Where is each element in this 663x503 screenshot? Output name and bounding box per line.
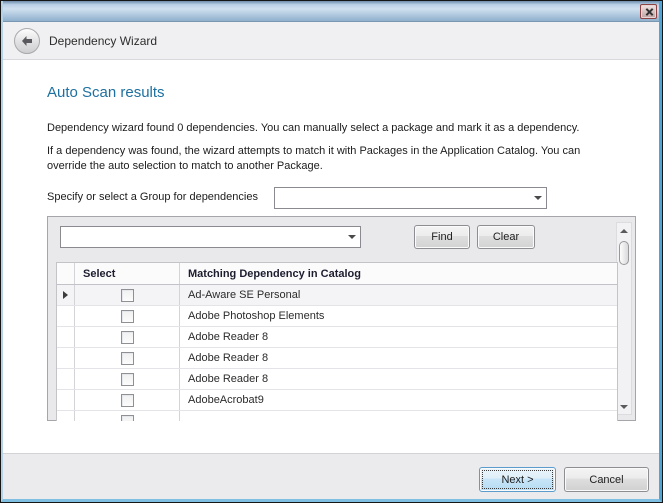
row-select-cell [75,369,180,389]
row-checkbox[interactable] [121,352,134,365]
row-name: Adobe Reader 8 [180,352,617,364]
row-name: Ad-Aware SE Personal [180,289,617,301]
row-name: Adobe Reader 8 [180,331,617,343]
select-column-header: Select [75,263,180,284]
dependency-table: Select Matching Dependency in Catalog Ad… [56,262,618,421]
row-checkbox[interactable] [121,373,134,386]
row-indicator-cell [57,285,75,305]
table-header-row: Select Matching Dependency in Catalog [57,263,617,285]
chevron-down-icon [534,196,542,200]
chevron-down-icon [348,235,356,239]
catalog-panel: Find Clear Select Matching Dependency in… [47,216,636,421]
row-checkbox[interactable] [121,331,134,344]
back-button[interactable] [14,28,40,54]
row-checkbox[interactable] [121,310,134,323]
close-icon [644,7,653,16]
row-indicator-cell [57,411,75,421]
row-checkbox[interactable] [121,289,134,302]
description-line-2: If a dependency was found, the wizard at… [47,144,622,174]
scrollbar-thumb[interactable] [619,241,629,265]
table-row[interactable]: Adobe Reader 8 [57,348,617,369]
search-combobox[interactable] [60,226,361,248]
wizard-header: Dependency Wizard [1,22,662,60]
row-select-cell [75,411,180,421]
row-select-cell [75,306,180,326]
titlebar[interactable] [1,1,662,22]
arrow-left-icon [20,35,34,47]
row-name: Adobe Photoshop Elements [180,310,617,322]
cancel-button[interactable]: Cancel [564,467,649,492]
table-row[interactable]: Adobe Reader 8 [57,369,617,390]
row-indicator-cell [57,390,75,410]
indicator-column-header [57,263,75,284]
row-select-cell [75,348,180,368]
table-body: Ad-Aware SE Personal Adobe Photoshop Ele… [57,285,617,421]
find-button[interactable]: Find [414,225,470,249]
row-checkbox[interactable] [121,415,134,422]
row-name: Adobe Reader 8 [180,373,617,385]
row-checkbox[interactable] [121,394,134,407]
search-combobox-arrow[interactable] [344,227,360,247]
table-row[interactable]: Adobe Photoshop Elements [57,306,617,327]
row-indicator-cell [57,369,75,389]
row-indicator-cell [57,327,75,347]
triangle-up-icon [620,229,628,233]
row-indicator-cell [57,306,75,326]
scrollbar-down-button[interactable] [617,399,631,414]
panel-scrollbar[interactable] [616,222,632,415]
table-row[interactable]: Adobe Reader 8 [57,327,617,348]
catalog-column-header: Matching Dependency in Catalog [180,268,617,280]
dependency-wizard-window: Dependency Wizard Auto Scan results Depe… [0,0,663,503]
group-label: Specify or select a Group for dependenci… [47,191,258,203]
clear-button[interactable]: Clear [477,225,535,249]
row-indicator-cell [57,348,75,368]
next-button[interactable]: Next > [479,467,556,492]
description-line-1: Dependency wizard found 0 dependencies. … [47,121,622,136]
row-select-cell [75,327,180,347]
page-title: Auto Scan results [47,84,165,101]
scrollbar-up-button[interactable] [617,223,631,238]
row-select-cell [75,390,180,410]
table-row[interactable] [57,411,617,421]
row-name: AdobeAcrobat9 [180,394,617,406]
footer: Next > Cancel [1,453,662,502]
close-button[interactable] [640,4,657,19]
row-select-cell [75,285,180,305]
group-combobox-arrow[interactable] [530,188,546,208]
table-row[interactable]: AdobeAcrobat9 [57,390,617,411]
table-row[interactable]: Ad-Aware SE Personal [57,285,617,306]
wizard-title: Dependency Wizard [49,22,157,60]
current-row-indicator-icon [63,291,68,299]
triangle-down-icon [620,405,628,409]
group-combobox[interactable] [274,187,547,209]
main-content: Auto Scan results Dependency wizard foun… [1,60,662,453]
